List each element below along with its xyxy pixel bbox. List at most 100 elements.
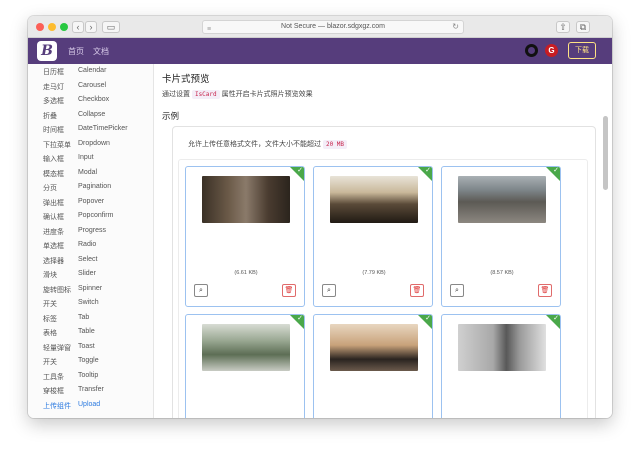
gitee-icon[interactable]: G [545, 44, 558, 57]
sidebar-item[interactable]: 进度条 Progress [28, 224, 153, 239]
section-title: 卡片式预览 [162, 74, 210, 85]
upload-hint: 允许上传任意格式文件，文件大小不能超过 20 MB [188, 139, 348, 149]
page-scrollbar[interactable] [603, 116, 608, 190]
sidebar-item[interactable]: 开关 Toggle [28, 354, 153, 369]
sidebar-item[interactable]: 输入框 Input [28, 151, 153, 166]
sidebar-item[interactable]: 日历框 Calendar [28, 64, 153, 79]
sidebar-item[interactable]: 弹出框 Popover [28, 195, 153, 210]
check-icon: ✓ [425, 167, 431, 174]
sidebar-item-cn-label: 工具条 [43, 373, 64, 381]
browser-window: ‹ › ▭ ≡ Not Secure — blazor.sdgxgz.com ↻… [28, 16, 612, 418]
sidebar-item-cn-label: 穿梭框 [43, 388, 64, 395]
sidebar-item-en-label: Select [78, 255, 98, 263]
check-icon: ✓ [297, 167, 303, 174]
reload-icon[interactable]: ↻ [452, 21, 459, 33]
upload-card: ✓ (6.61 KB) ⌕ 🗑 [185, 166, 305, 307]
sidebar-item[interactable]: 滑块 Slider [28, 267, 153, 282]
sidebar-item-cn-label: 表格 [43, 330, 57, 337]
sidebar-item-cn-label: 分页 [43, 185, 57, 192]
sidebar-item-en-label: Tab [78, 313, 90, 321]
sidebar-item[interactable]: 穿梭框 Transfer [28, 383, 153, 398]
sidebar-item[interactable]: 时间框 DateTimePicker [28, 122, 153, 137]
sidebar-item-cn-label: 开关 [43, 359, 57, 366]
sidebar-item[interactable]: 开关 Switch [28, 296, 153, 311]
sidebar-item-cn-label: 下拉菜单 [43, 141, 71, 149]
sidebar-item[interactable]: 确认框 Popconfirm [28, 209, 153, 224]
sidebar-item-en-label: Radio [78, 241, 97, 248]
sidebar-item[interactable]: 模态框 Modal [28, 166, 153, 181]
tabs-icon[interactable]: ⧉ [576, 21, 590, 33]
sidebar-toggle-icon[interactable]: ▭ [102, 21, 120, 33]
sidebar-item[interactable]: 分页 Pagination [28, 180, 153, 195]
url-bar[interactable]: ≡ Not Secure — blazor.sdgxgz.com ↻ [202, 20, 464, 34]
sidebar-item[interactable]: 工具条 Tooltip [28, 369, 153, 384]
sidebar-item-en-label: Dropdown [78, 139, 110, 147]
sidebar-item[interactable]: 折叠 Collapse [28, 108, 153, 123]
download-button[interactable]: 下载 [568, 42, 596, 59]
github-icon[interactable] [525, 44, 538, 57]
trash-icon: 🗑 [284, 287, 294, 294]
brand-logo[interactable]: B [37, 41, 57, 61]
sidebar-item[interactable]: 表格 Table [28, 325, 153, 340]
sidebar-item-cn-label: 单选框 [43, 243, 64, 250]
sidebar-item-en-label: Input [78, 154, 94, 161]
check-icon: ✓ [553, 167, 559, 174]
desc-text-after: 属性开启卡片式照片预览效果 [221, 91, 313, 98]
sidebar-item[interactable]: 多选框 Checkbox [28, 93, 153, 108]
sidebar-item-en-label: Transfer [78, 386, 104, 393]
size-limit-code: 20 MB [322, 140, 348, 149]
close-window-button[interactable] [36, 23, 44, 31]
sidebar-item-en-label: Toggle [78, 357, 99, 364]
forest-balcony-photo [202, 324, 290, 371]
sidebar-item-cn-label: 开关 [43, 301, 57, 308]
sidebar-item[interactable]: 旋转图标 Spinner [28, 282, 153, 297]
forward-icon[interactable]: › [85, 21, 97, 33]
upload-card: ✓⌕🗑 [313, 314, 433, 418]
zoom-in-button[interactable]: ⌕ [322, 284, 336, 297]
zoom-window-button[interactable] [60, 23, 68, 31]
sidebar-item-en-label: Modal [78, 168, 98, 176]
zoom-in-button[interactable]: ⌕ [450, 284, 464, 297]
upload-card: ✓⌕🗑 [185, 314, 305, 418]
zoom-in-icon: ⌕ [455, 287, 459, 294]
share-icon[interactable]: ⇧ [556, 21, 570, 33]
sidebar-item[interactable]: 走马灯 Carousel [28, 79, 153, 94]
delete-button[interactable]: 🗑 [282, 284, 296, 297]
sidebar-item-cn-label: 走马灯 [43, 83, 64, 91]
trash-icon: 🗑 [412, 287, 422, 294]
delete-button[interactable]: 🗑 [410, 284, 424, 297]
sidebar-item[interactable]: 轻量弹窗 Toast [28, 340, 153, 355]
sidebar-item[interactable]: 选择器 Select [28, 253, 153, 268]
minimize-window-button[interactable] [48, 23, 56, 31]
sidebar-item-en-label: Pagination [78, 183, 112, 190]
sidebar-item-en-label: Table [78, 328, 95, 335]
sidebar-item-cn-label: 进度条 [43, 228, 64, 236]
file-size-label: (7.79 KB) [362, 270, 386, 276]
sidebar-item[interactable]: 标签 Tab [28, 311, 153, 326]
back-icon[interactable]: ‹ [72, 21, 84, 33]
sidebar-item-en-label: Upload [78, 400, 101, 408]
sidebar-item-cn-label: 滑块 [43, 272, 57, 279]
check-icon: ✓ [297, 315, 303, 322]
check-icon: ✓ [553, 315, 559, 322]
sidebar-item-en-label: Switch [78, 299, 99, 306]
main-content: 卡片式预览 通过设置 IsCard 属性开启卡片式照片预览效果 示例 允许上传任… [155, 64, 612, 418]
nav-home-link[interactable]: 首页 [68, 46, 84, 57]
sidebar-item[interactable]: 上传组件 Upload [28, 398, 153, 413]
sidebar-item[interactable]: 单选框 Radio [28, 238, 153, 253]
zoom-in-button[interactable]: ⌕ [194, 284, 208, 297]
zoom-in-icon: ⌕ [327, 287, 331, 294]
sidebar-item-cn-label: 日历框 [43, 69, 64, 76]
delete-button[interactable]: 🗑 [538, 284, 552, 297]
top-navbar: B 首页 文档 G 下载 [28, 38, 612, 64]
statue-of-liberty-photo [458, 324, 546, 371]
sidebar-item-cn-label: 多选框 [43, 98, 64, 105]
nav-docs-link[interactable]: 文档 [93, 46, 109, 57]
sidebar-item-cn-label: 轻量弹窗 [43, 344, 71, 352]
file-size-label: (8.57 KB) [490, 270, 514, 276]
file-size-label: (6.61 KB) [234, 270, 258, 276]
sidebar-item[interactable]: 下拉菜单 Dropdown [28, 137, 153, 152]
reader-icon[interactable]: ≡ [207, 24, 211, 36]
example-title: 示例 [162, 111, 180, 121]
zoom-in-icon: ⌕ [199, 287, 203, 294]
